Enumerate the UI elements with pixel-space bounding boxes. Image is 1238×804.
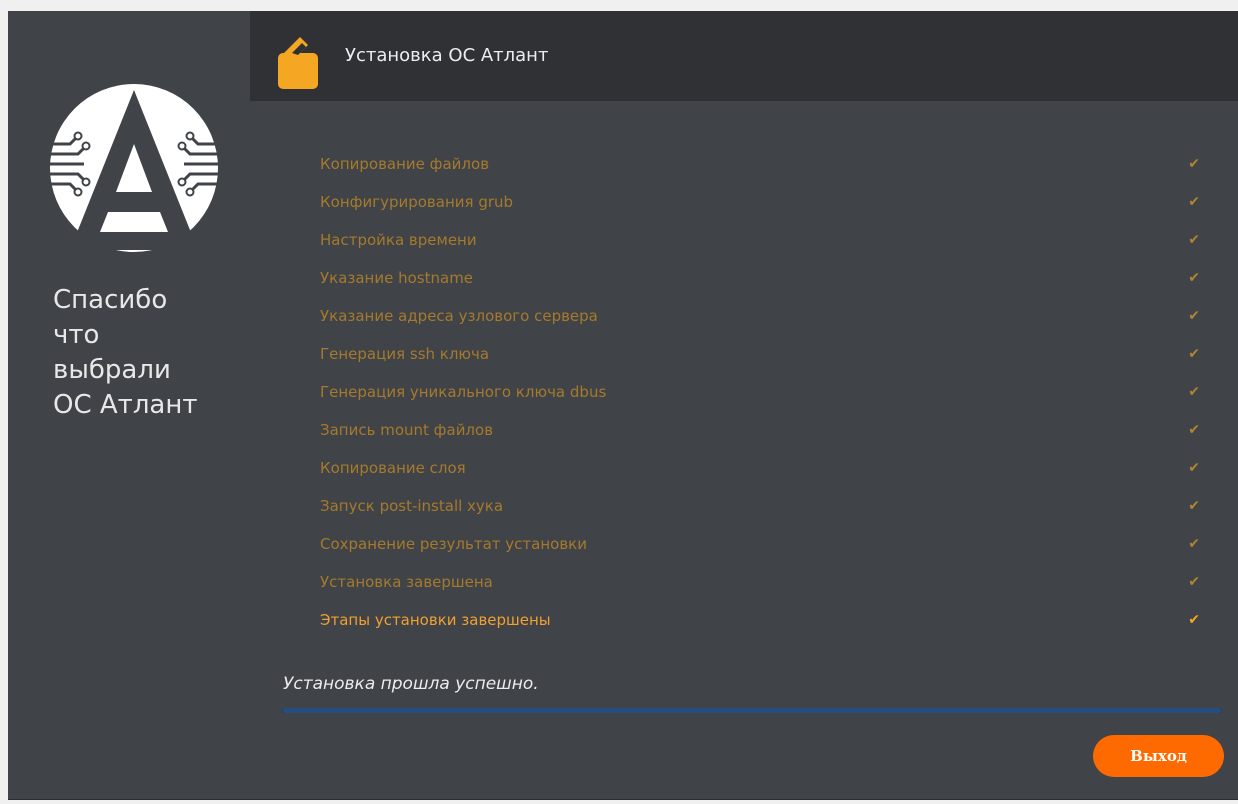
check-icon: ✔ <box>1188 460 1200 476</box>
install-step-label: Копирование файлов <box>320 155 490 173</box>
install-step-item: Установка завершена ✔ <box>320 572 1200 610</box>
check-icon: ✔ <box>1188 156 1200 172</box>
header: Установка ОС Атлант <box>250 11 1238 101</box>
install-step-label: Запуск post-install хука <box>320 497 504 515</box>
install-step-label: Сохранение результат установки <box>320 535 587 553</box>
check-icon: ✔ <box>1188 574 1200 590</box>
window-title: Установка ОС Атлант <box>345 45 549 66</box>
check-icon: ✔ <box>1188 194 1200 210</box>
install-step-item: Генерация уникального ключа dbus ✔ <box>320 382 1200 420</box>
install-step-item: Настройка времени ✔ <box>320 230 1200 268</box>
install-steps-list: Копирование файлов ✔ Конфигурирования grub… <box>320 154 1200 648</box>
install-step-item: Указание адреса узлового сервера ✔ <box>320 306 1200 344</box>
install-step-label: Настройка времени <box>320 231 477 249</box>
check-icon: ✔ <box>1188 422 1200 438</box>
install-step-item: Запись mount файлов ✔ <box>320 420 1200 458</box>
install-step-item: Указание hostname ✔ <box>320 268 1200 306</box>
progress-bar <box>282 708 1222 713</box>
status-message: Установка прошла успешно. <box>283 674 539 694</box>
check-icon: ✔ <box>1188 612 1200 628</box>
install-step-label: Установка завершена <box>320 573 493 591</box>
check-icon: ✔ <box>1188 232 1200 248</box>
check-icon: ✔ <box>1188 308 1200 324</box>
install-step-label: Указание адреса узлового сервера <box>320 307 598 325</box>
install-step-item: Генерация ssh ключа ✔ <box>320 344 1200 382</box>
atlant-logo-icon <box>48 84 220 252</box>
install-step-label: Генерация ssh ключа <box>320 345 490 363</box>
install-step-label: Конфигурирования grub <box>320 193 514 211</box>
install-step-label: Копирование слоя <box>320 459 466 477</box>
install-step-item: Копирование файлов ✔ <box>320 154 1200 192</box>
install-step-item: Запуск post-install хука ✔ <box>320 496 1200 534</box>
install-step-item: Копирование слоя ✔ <box>320 458 1200 496</box>
install-step-item: Конфигурирования grub ✔ <box>320 192 1200 230</box>
exit-button[interactable]: Выход <box>1093 735 1224 777</box>
progress-fill <box>282 708 1222 713</box>
thanks-text: Спасибо что выбрали ОС Атлант <box>53 285 198 420</box>
installer-window: Спасибо что выбрали ОС Атлант Установка … <box>8 11 1238 800</box>
installer-box-icon <box>278 37 318 89</box>
check-icon: ✔ <box>1188 536 1200 552</box>
check-icon: ✔ <box>1188 498 1200 514</box>
install-step-label: Генерация уникального ключа dbus <box>320 383 607 401</box>
check-icon: ✔ <box>1188 346 1200 362</box>
check-icon: ✔ <box>1188 270 1200 286</box>
sidebar: Спасибо что выбрали ОС Атлант <box>8 11 250 799</box>
install-step-label: Указание hostname <box>320 269 474 287</box>
install-step-item: Этапы установки завершены ✔ <box>320 610 1200 648</box>
check-icon: ✔ <box>1188 384 1200 400</box>
install-step-label: Запись mount файлов <box>320 421 494 439</box>
install-step-item: Сохранение результат установки ✔ <box>320 534 1200 572</box>
install-step-label: Этапы установки завершены <box>320 611 551 629</box>
